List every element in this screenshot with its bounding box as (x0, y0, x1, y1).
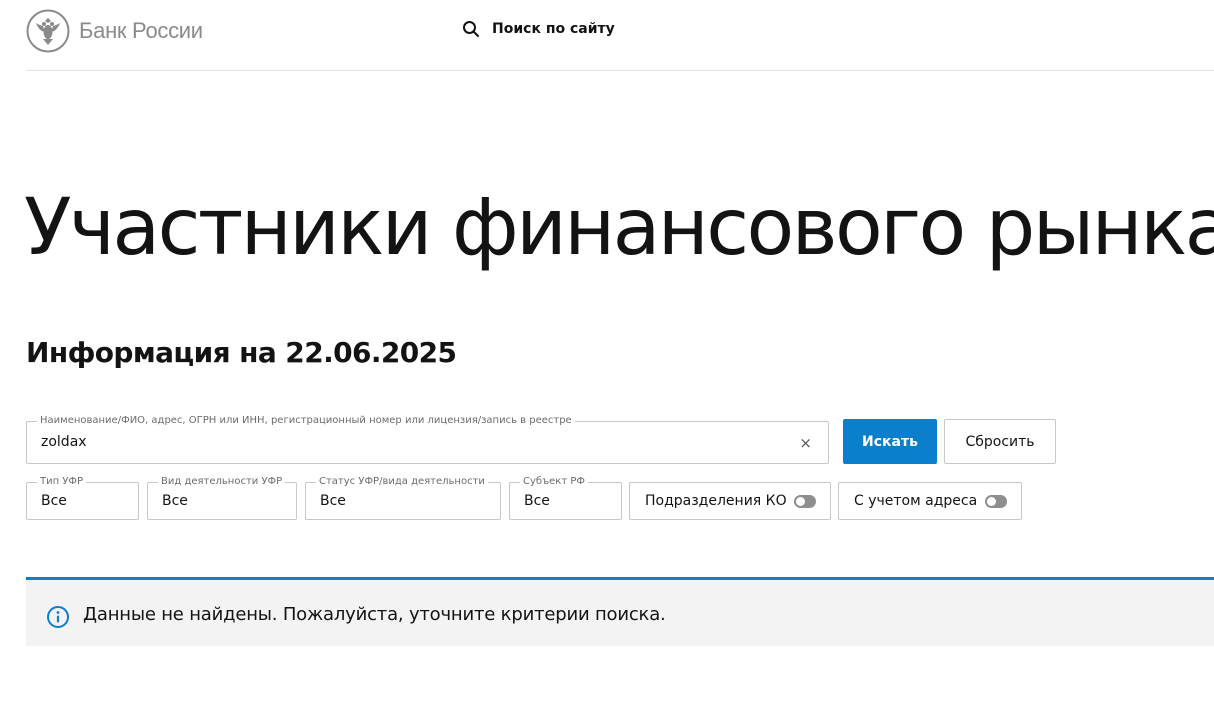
reset-button[interactable]: Сбросить (944, 419, 1056, 464)
search-input-value[interactable]: zoldax (41, 434, 87, 450)
notice-text: Данные не найдены. Пожалуйста, уточните … (83, 604, 666, 625)
search-input[interactable]: Наименование/ФИО, адрес, ОГРН или ИНН, р… (26, 414, 829, 464)
search-input-legend: Наименование/ФИО, адрес, ОГРН или ИНН, р… (37, 414, 575, 428)
filter-region-select[interactable]: Субъект РФ Все (509, 475, 622, 520)
info-date-heading: Информация на 22.06.2025 (26, 336, 457, 369)
address-toggle[interactable] (985, 495, 1007, 508)
address-label: С учетом адреса (854, 493, 978, 509)
filter-status-legend: Статус УФР/вида деятельности (316, 475, 488, 489)
filter-activity-value: Все (162, 493, 188, 509)
site-search-button[interactable]: Поиск по сайту (462, 20, 615, 38)
eagle-emblem-icon (26, 9, 70, 53)
filter-region-legend: Субъект РФ (520, 475, 588, 489)
info-icon (47, 606, 69, 628)
branches-ko-toggle-box[interactable]: Подразделения КО (629, 482, 831, 520)
filter-activity-legend: Вид деятельности УФР (158, 475, 286, 489)
filter-status-select[interactable]: Статус УФР/вида деятельности Все (305, 475, 501, 520)
filter-region-value: Все (524, 493, 550, 509)
site-search-label: Поиск по сайту (492, 21, 615, 37)
site-header: Банк России Поиск по сайту (26, 0, 1214, 71)
no-results-notice: Данные не найдены. Пожалуйста, уточните … (26, 577, 1214, 646)
filter-type-value: Все (41, 493, 67, 509)
logo-text: Банк России (79, 18, 203, 43)
search-button[interactable]: Искать (843, 419, 937, 464)
bank-logo[interactable]: Банк России (26, 9, 203, 53)
address-toggle-box[interactable]: С учетом адреса (838, 482, 1022, 520)
branches-ko-label: Подразделения КО (645, 493, 787, 509)
branches-ko-toggle[interactable] (794, 495, 816, 508)
close-icon[interactable]: × (799, 434, 812, 452)
filter-type-legend: Тип УФР (37, 475, 87, 489)
page-title: Участники финансового рынка (24, 183, 1214, 273)
filter-type-select[interactable]: Тип УФР Все (26, 475, 139, 520)
filter-status-value: Все (320, 493, 346, 509)
filter-activity-select[interactable]: Вид деятельности УФР Все (147, 475, 297, 520)
search-icon (463, 21, 479, 37)
